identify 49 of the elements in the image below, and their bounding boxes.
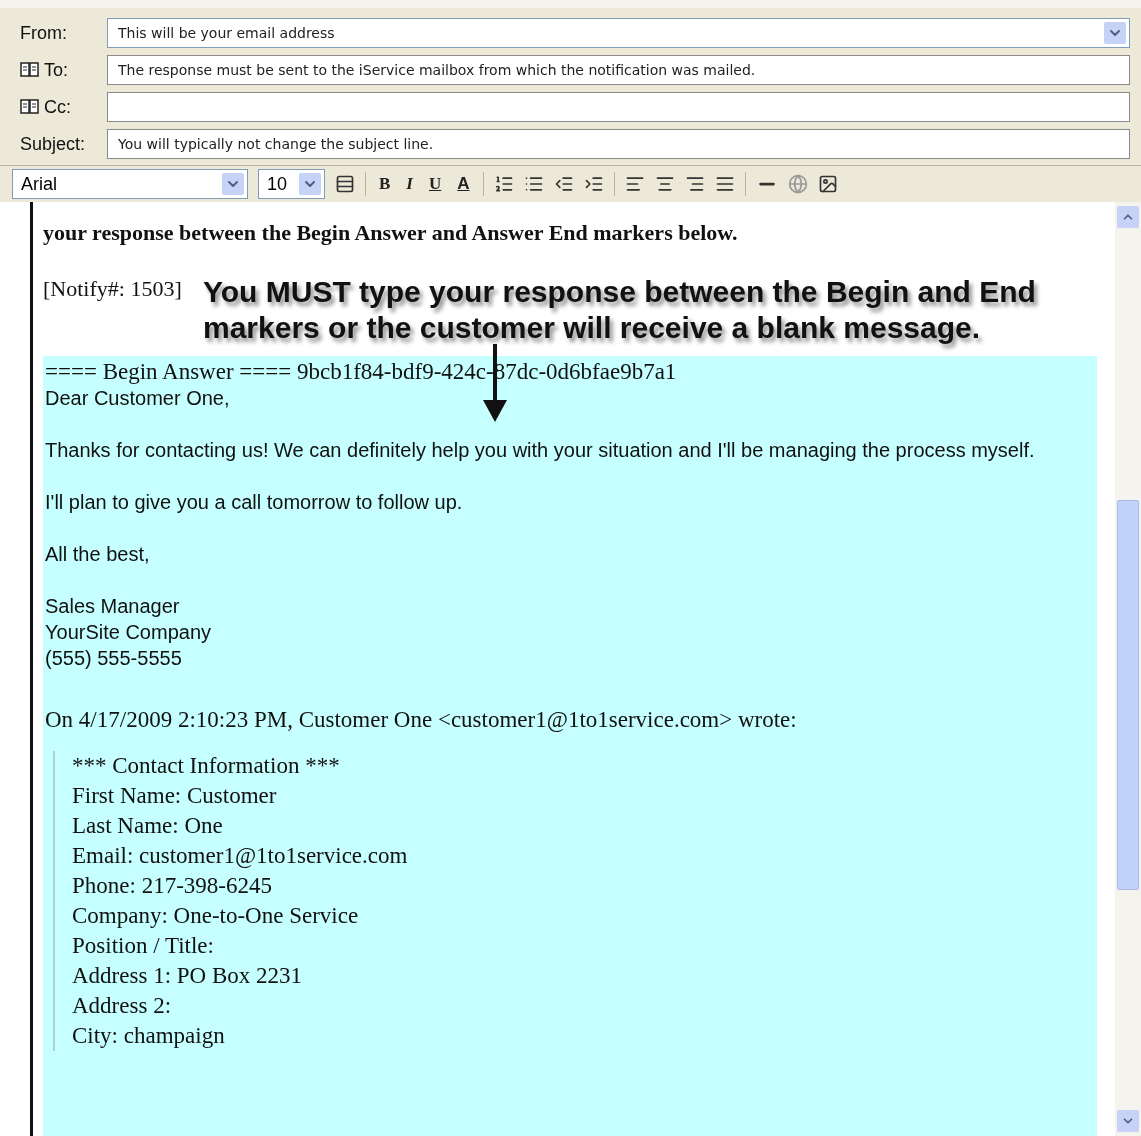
size-select[interactable]: 10 (258, 169, 325, 199)
field-label: Subject: (20, 133, 86, 155)
outdent-icon[interactable] (553, 174, 574, 194)
format-button[interactable]: A (454, 171, 473, 197)
scroll-up-icon[interactable] (1117, 206, 1139, 228)
indent-icon[interactable] (583, 174, 604, 194)
quoted-line: First Name: Customer (72, 782, 278, 810)
field-label: Cc: (44, 96, 71, 118)
format-button[interactable]: U (425, 171, 445, 197)
image-icon[interactable] (817, 174, 838, 194)
quoted-line: Address 1: PO Box 2231 (72, 962, 303, 990)
quoted-line: Email: customer1@1to1service.com (72, 842, 409, 870)
address-book-icon[interactable] (20, 62, 40, 78)
address-book-icon[interactable] (20, 99, 40, 115)
format-button[interactable]: B (376, 171, 394, 197)
notify-number: [Notify#: 1503] (43, 276, 182, 301)
bullet-list-icon[interactable] (523, 174, 544, 194)
answer-paragraph: Sales Manager YourSite Company (555) 555-5555 (45, 594, 213, 671)
quoted-line: *** Contact Information *** (72, 752, 341, 780)
justify-icon[interactable] (714, 174, 735, 194)
align-left-icon[interactable] (624, 174, 645, 194)
input-field[interactable] (107, 92, 1130, 122)
answer-area[interactable] (43, 356, 1097, 1136)
format-button[interactable]: I (403, 171, 416, 197)
quoted-line: Address 2: (72, 992, 173, 1020)
quoted-line: Last Name: One (72, 812, 224, 840)
numbered-list-icon[interactable] (493, 174, 514, 194)
annotation-text: You MUST type your response between the Begin and End markers or the customer will receive a blank message. (203, 274, 1037, 346)
quoted-line: City: champaign (72, 1022, 226, 1050)
align-center-icon[interactable] (654, 174, 675, 194)
instruction-text: your response between the Begin Answer and Answer End markers below. (43, 220, 739, 246)
answer-paragraph: Thanks for contacting us! We can definitely help you with your situation and I'll be managing the process myself. (45, 438, 1036, 463)
quoted-line: Company: One-to-One Service (72, 902, 360, 930)
quoted-line: Phone: 217-398-6245 (72, 872, 273, 900)
quoted-line: Position / Title: (72, 932, 215, 960)
from-dropdown[interactable]: This will be your email address (107, 18, 1130, 48)
scrollbar-thumb[interactable] (1117, 500, 1139, 890)
input-field[interactable]: The response must be sent to the iService mailbox from which the notification was mailed. (107, 55, 1130, 85)
answer-paragraph: All the best, (45, 542, 151, 567)
align-right-icon[interactable] (684, 174, 705, 194)
scroll-down-icon[interactable] (1117, 1110, 1139, 1132)
paragraph-format-icon[interactable] (335, 174, 355, 194)
quote-header: On 4/17/2009 2:10:23 PM, Customer One <customer1@1to1service.com> wrote: (45, 707, 798, 733)
input-field[interactable]: You will typically not change the subject line. (107, 129, 1130, 159)
answer-paragraph: I'll plan to give you a call tomorrow to follow up. (45, 490, 464, 515)
field-label: To: (44, 59, 68, 81)
answer-paragraph: Dear Customer One, (45, 386, 231, 411)
font-select[interactable]: Arial (12, 169, 248, 199)
field-label: From: (20, 22, 67, 44)
